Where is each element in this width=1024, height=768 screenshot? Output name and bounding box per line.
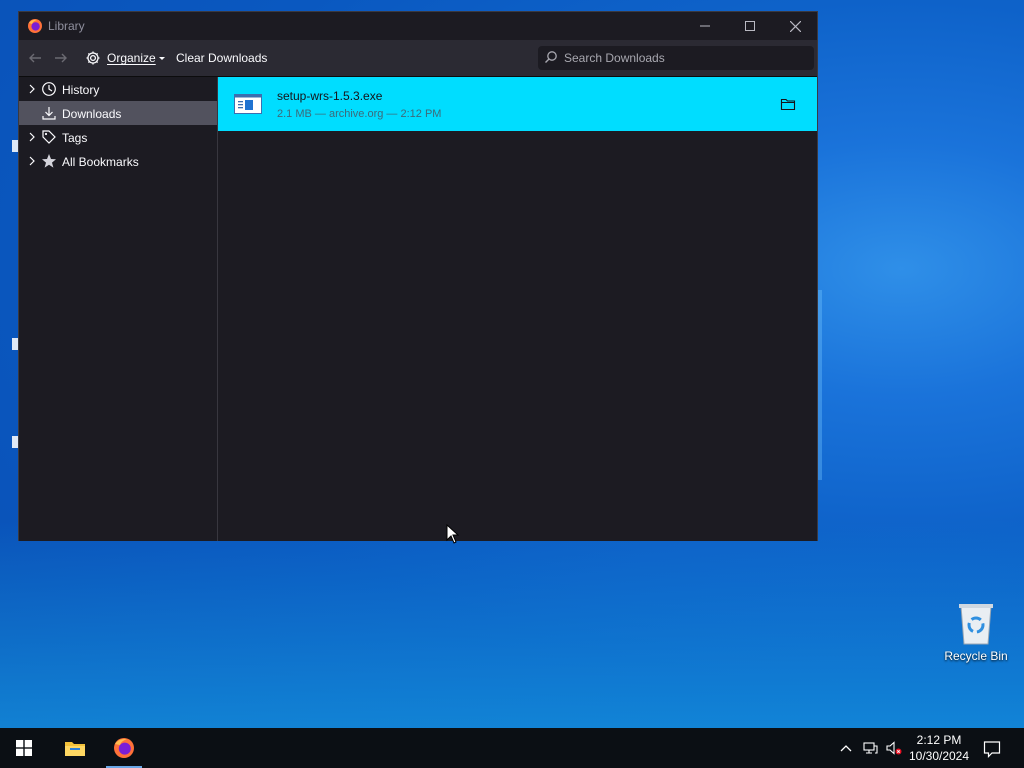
firefox-icon — [28, 19, 42, 33]
sidebar-item-all-bookmarks[interactable]: All Bookmarks — [19, 149, 217, 173]
arrow-right-icon — [55, 53, 67, 63]
chevron-right-icon[interactable] — [27, 130, 37, 144]
window-title: Library — [48, 19, 85, 33]
system-clock[interactable]: 2:12 PM 10/30/2024 — [904, 732, 974, 764]
arrow-left-icon — [29, 53, 41, 63]
sidebar-item-label: Downloads — [62, 107, 122, 121]
sidebar-item-label: Tags — [62, 131, 88, 145]
close-button[interactable] — [772, 12, 818, 40]
maximize-button[interactable] — [727, 12, 773, 40]
chevron-right-icon[interactable] — [27, 82, 37, 96]
downloads-list: setup-wrs-1.5.3.exe 2.1 MB — archive.org… — [218, 77, 817, 541]
folder-icon — [65, 742, 85, 756]
star-icon — [42, 154, 56, 168]
recycle-bin-icon — [959, 604, 993, 645]
sidebar-item-label: All Bookmarks — [62, 155, 139, 169]
sidebar-item-downloads[interactable]: Downloads — [19, 101, 217, 125]
taskbar: 2:12 PM 10/30/2024 — [0, 728, 1024, 768]
clear-downloads-button[interactable]: Clear Downloads — [176, 40, 267, 76]
minimize-button[interactable] — [682, 12, 728, 40]
back-button[interactable] — [27, 40, 43, 76]
search-icon — [545, 51, 557, 63]
windows-logo-icon — [16, 740, 32, 756]
sidebar-item-tags[interactable]: Tags — [19, 125, 217, 149]
desktop-background — [0, 520, 1024, 730]
tag-icon — [42, 130, 56, 144]
library-sidebar: History Downloads Tags All Bookmarks — [19, 77, 218, 541]
gear-icon — [86, 51, 100, 65]
library-toolbar: Organize Clear Downloads — [19, 40, 817, 77]
recycle-bin-shortcut[interactable]: Recycle Bin — [940, 600, 1012, 663]
clear-downloads-label: Clear Downloads — [176, 51, 268, 65]
organize-menu-button[interactable]: Organize — [85, 40, 166, 76]
close-icon — [789, 20, 801, 32]
library-window: Library Organize Clear Downloads Search … — [18, 11, 818, 541]
sidebar-item-history[interactable]: History — [19, 77, 217, 101]
download-filename: setup-wrs-1.5.3.exe — [277, 89, 383, 103]
notification-center-icon[interactable] — [983, 740, 1001, 758]
start-button[interactable] — [4, 728, 44, 768]
search-downloads-field[interactable] — [538, 46, 814, 70]
minimize-icon — [700, 25, 710, 27]
recycle-bin-label: Recycle Bin — [944, 649, 1008, 663]
download-item[interactable]: setup-wrs-1.5.3.exe 2.1 MB — archive.org… — [218, 77, 817, 131]
mouse-cursor-icon — [446, 524, 460, 544]
maximize-icon — [745, 21, 755, 31]
sidebar-item-label: History — [62, 83, 100, 97]
clock-icon — [42, 82, 56, 96]
download-icon — [42, 107, 56, 120]
volume-muted-icon[interactable] — [886, 740, 902, 756]
open-folder-icon[interactable] — [780, 96, 796, 112]
background-window-edge — [818, 290, 822, 480]
chevron-down-icon — [158, 57, 165, 60]
clock-date: 10/30/2024 — [908, 749, 970, 763]
clock-time: 2:12 PM — [916, 733, 962, 747]
title-bar[interactable]: Library — [19, 12, 817, 40]
forward-button[interactable] — [53, 40, 69, 76]
chevron-right-icon[interactable] — [27, 154, 37, 168]
download-status: 2.1 MB — archive.org — 2:12 PM — [277, 108, 442, 120]
executable-file-icon — [234, 94, 262, 114]
firefox-taskbar-button[interactable] — [104, 728, 144, 768]
organize-label: Organize — [107, 51, 156, 65]
chevron-up-icon[interactable] — [838, 740, 854, 756]
firefox-icon — [114, 738, 134, 758]
network-icon[interactable] — [862, 740, 878, 756]
file-explorer-taskbar-button[interactable] — [55, 728, 95, 768]
search-downloads-input[interactable] — [562, 50, 806, 66]
